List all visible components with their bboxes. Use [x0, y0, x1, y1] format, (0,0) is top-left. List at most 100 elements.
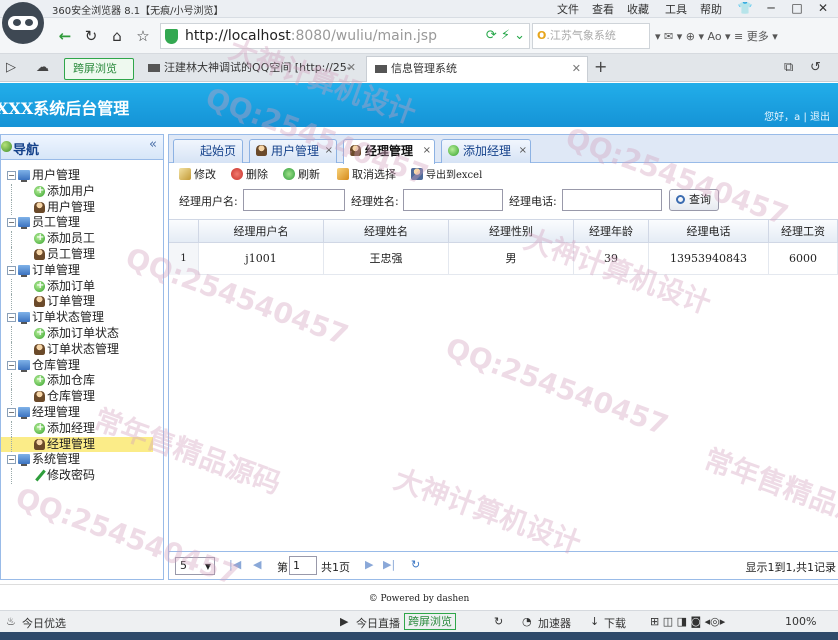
- close-icon[interactable]: ×: [423, 140, 431, 162]
- column-header[interactable]: 经理工资: [769, 220, 838, 243]
- collapse-icon[interactable]: «: [149, 137, 157, 152]
- delete-button[interactable]: 删除: [231, 167, 268, 183]
- menu-view[interactable]: 查看: [592, 1, 614, 17]
- nav-item[interactable]: 添加员工: [1, 230, 163, 247]
- last-page-icon[interactable]: ▶|: [383, 558, 395, 571]
- column-header[interactable]: 经理电话: [649, 220, 769, 243]
- close-icon[interactable]: ×: [325, 140, 333, 162]
- username-input[interactable]: [243, 189, 345, 211]
- unselect-button[interactable]: 取消选择: [337, 167, 396, 183]
- menu-favorites[interactable]: 收藏: [627, 1, 649, 17]
- tab-manager-manage[interactable]: 经理管理 ×: [343, 139, 435, 164]
- collapse-toggle-icon[interactable]: −: [7, 455, 16, 465]
- back-icon[interactable]: ←: [54, 24, 76, 48]
- logout-link[interactable]: 退出: [810, 112, 830, 123]
- download-icon[interactable]: ↓: [590, 615, 599, 628]
- collapse-toggle-icon[interactable]: −: [7, 218, 16, 228]
- minimize-icon[interactable]: ─: [758, 0, 784, 17]
- menu-help[interactable]: 帮助: [700, 1, 722, 17]
- close-icon[interactable]: ×: [519, 140, 527, 162]
- collapse-toggle-icon[interactable]: −: [7, 171, 16, 180]
- tab-qq-space[interactable]: 汪建林大神调试的QQ空间 [http://25- ✕: [140, 56, 362, 82]
- column-header[interactable]: 经理姓名: [324, 220, 449, 243]
- menu-file[interactable]: 文件: [557, 1, 579, 17]
- nav-group[interactable]: − 订单管理: [1, 263, 163, 279]
- name-input[interactable]: [403, 189, 503, 211]
- nav-group[interactable]: − 用户管理: [1, 168, 163, 184]
- refresh-icon[interactable]: ↻: [494, 615, 503, 628]
- new-tab-icon[interactable]: +: [594, 57, 607, 76]
- nav-group[interactable]: − 仓库管理: [1, 358, 163, 374]
- play-icon[interactable]: ▶: [340, 615, 348, 628]
- accelerator-link[interactable]: 加速器: [538, 615, 571, 631]
- maximize-icon[interactable]: □: [784, 0, 810, 17]
- refresh-button[interactable]: 刷新: [283, 167, 320, 183]
- phone-input[interactable]: [562, 189, 662, 211]
- accelerator-icon[interactable]: ◔: [522, 615, 532, 628]
- url-input[interactable]: http://localhost:8080/wuliu/main.jsp ⟳ ⚡…: [160, 23, 530, 49]
- export-button[interactable]: 导出到excel: [411, 167, 482, 183]
- cross-screen-status[interactable]: 跨屏浏览: [404, 613, 456, 630]
- extensions-more[interactable]: 更多: [747, 30, 769, 43]
- collapse-toggle-icon[interactable]: −: [7, 407, 16, 417]
- undo-close-icon[interactable]: ↺: [810, 60, 821, 75]
- page-number-input[interactable]: 1: [289, 556, 317, 575]
- restore-tabs-icon[interactable]: ⧉: [784, 60, 793, 75]
- daily-picks-icon[interactable]: ♨: [6, 615, 16, 628]
- nav-group[interactable]: − 系统管理: [1, 452, 163, 468]
- nav-group[interactable]: − 经理管理: [1, 405, 163, 421]
- collapse-toggle-icon[interactable]: −: [7, 265, 16, 275]
- column-header[interactable]: 经理用户名: [199, 220, 324, 243]
- nav-item[interactable]: 订单管理: [1, 294, 163, 311]
- table-row[interactable]: 1 j1001 王忠强男 39 13953940843 6000: [169, 243, 838, 275]
- close-icon[interactable]: ✕: [347, 56, 356, 80]
- cloud-icon[interactable]: ☁: [36, 60, 49, 75]
- zoom-level[interactable]: 100%: [785, 615, 816, 628]
- menu-tools[interactable]: 工具: [665, 1, 687, 17]
- tab-user-manage[interactable]: 用户管理 ×: [249, 139, 337, 163]
- column-header[interactable]: 经理年龄: [574, 220, 649, 243]
- sidebar-toggle-icon[interactable]: ▷: [6, 60, 16, 75]
- page-size-select[interactable]: 5: [175, 557, 215, 575]
- column-header[interactable]: 经理性别: [449, 220, 574, 243]
- reload-icon[interactable]: ↻: [411, 558, 420, 571]
- status-tool-icons[interactable]: ⊞ ◫ ◨ ◙ ◂◎▸: [650, 615, 725, 628]
- nav-item[interactable]: 经理管理: [1, 436, 153, 453]
- prev-page-icon[interactable]: ◀: [253, 558, 261, 571]
- lightning-icon[interactable]: ⟳ ⚡ ⌄: [486, 28, 525, 43]
- edit-button[interactable]: 修改: [179, 167, 216, 183]
- shirt-icon[interactable]: 👕: [732, 0, 758, 17]
- live-link[interactable]: 今日直播: [356, 615, 400, 631]
- nav-item[interactable]: 添加用户: [1, 183, 163, 200]
- daily-picks[interactable]: 今日优选: [22, 615, 66, 631]
- extensions-icons[interactable]: ▾ ✉ ▾ ⊕ ▾ Ao ▾ ≡: [655, 30, 747, 43]
- next-page-icon[interactable]: ▶: [365, 558, 373, 571]
- tab-cross-screen[interactable]: 跨屏浏览: [64, 58, 134, 80]
- search-input[interactable]: O.江苏气象系统: [532, 23, 650, 49]
- nav-item[interactable]: 添加订单: [1, 278, 163, 295]
- nav-group[interactable]: − 员工管理: [1, 215, 163, 231]
- reload-icon[interactable]: ↻: [80, 24, 102, 48]
- nav-item[interactable]: 员工管理: [1, 246, 163, 263]
- home-icon[interactable]: ⌂: [106, 24, 128, 48]
- nav-item[interactable]: 订单状态管理: [1, 341, 163, 358]
- more-chevron-icon[interactable]: ▾: [769, 30, 778, 43]
- nav-item[interactable]: 修改密码: [1, 468, 163, 484]
- nav-item[interactable]: 用户管理: [1, 199, 163, 216]
- tab-info-system[interactable]: 信息管理系统 ✕: [366, 56, 588, 82]
- collapse-toggle-icon[interactable]: −: [7, 313, 16, 323]
- close-icon[interactable]: ✕: [572, 57, 581, 81]
- download-link[interactable]: 下载: [604, 615, 626, 631]
- star-icon[interactable]: ☆: [132, 24, 154, 48]
- collapse-toggle-icon[interactable]: −: [7, 360, 16, 370]
- first-page-icon[interactable]: |◀: [229, 558, 241, 571]
- search-button[interactable]: 查询: [669, 189, 719, 211]
- nav-group[interactable]: − 订单状态管理: [1, 310, 163, 326]
- nav-item[interactable]: 添加仓库: [1, 372, 163, 390]
- tab-home[interactable]: 起始页: [173, 139, 243, 163]
- nav-item[interactable]: 添加订单状态: [1, 325, 163, 342]
- close-icon[interactable]: ✕: [810, 0, 836, 17]
- nav-item[interactable]: 仓库管理: [1, 389, 163, 405]
- nav-item[interactable]: 添加经理: [1, 420, 163, 437]
- tab-add-manager[interactable]: 添加经理 ×: [441, 139, 531, 163]
